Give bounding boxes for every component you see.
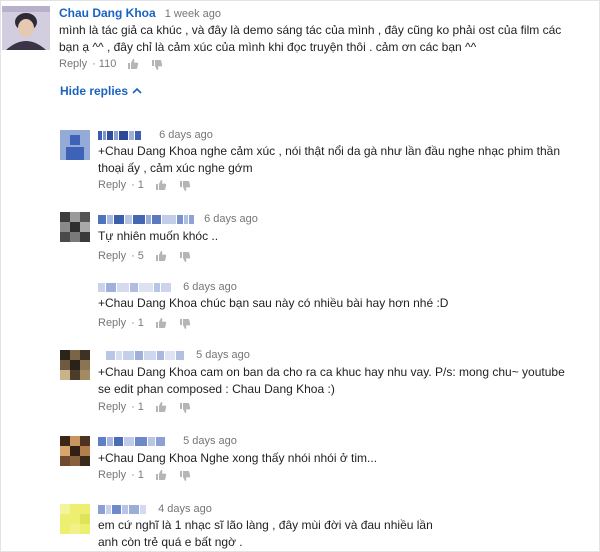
reply-comment: 6 days ago Tự nhiên muốn khóc .. Reply · 5 — [0, 208, 600, 270]
author-name-blurred[interactable] — [98, 213, 198, 225]
separator-dot: · — [131, 250, 135, 262]
thumbs-down-icon[interactable] — [179, 470, 191, 485]
separator-dot: · — [131, 469, 135, 481]
avatar[interactable] — [60, 504, 90, 534]
avatar[interactable] — [60, 130, 90, 160]
comment-timestamp[interactable]: 6 days ago — [204, 213, 258, 225]
comment-author[interactable]: Chau Dang Khoa — [59, 6, 156, 20]
separator-dot: · — [131, 179, 135, 191]
like-count: 1 — [137, 317, 144, 329]
author-name-blurred[interactable] — [98, 503, 150, 515]
comment-actions: Reply · 110 — [59, 58, 163, 74]
reply-comment: 5 days ago +Chau Dang Khoa Nghe xong thấ… — [0, 432, 600, 492]
comment-text: em cứ nghĩ là 1 nhạc sĩ lão làng , đây m… — [98, 517, 593, 551]
thumbs-down-icon[interactable] — [179, 251, 191, 266]
thumbs-up-icon[interactable] — [155, 179, 167, 194]
avatar[interactable] — [60, 350, 90, 380]
thumbs-down-icon[interactable] — [179, 180, 191, 195]
comment-timestamp[interactable]: 6 days ago — [183, 281, 237, 293]
avatar-photo — [60, 436, 90, 466]
comment-text: mình là tác giả ca khúc , và đây là demo… — [59, 22, 594, 56]
thumbs-up-icon[interactable] — [155, 250, 167, 265]
comment-text: Tự nhiên muốn khóc .. — [98, 228, 593, 245]
comment-timestamp[interactable]: 4 days ago — [158, 503, 212, 515]
comment-text: +Chau Dang Khoa nghe cảm xúc , nói thật … — [98, 143, 593, 177]
thumbs-down-icon[interactable] — [151, 59, 163, 74]
comment-text-line: bạn ạ ^^ , đây chỉ là cảm xúc của mình k… — [59, 40, 477, 54]
like-count: 1 — [137, 469, 144, 481]
reply-comment: 5 days ago +Chau Dang Khoa cam on ban da… — [0, 346, 600, 426]
avatar-photo — [2, 6, 50, 50]
thumbs-down-icon[interactable] — [179, 318, 191, 333]
reply-button[interactable]: Reply — [98, 250, 126, 262]
comment-text-line: thoại ấy , cảm xúc nghe gớm — [98, 161, 253, 175]
comment-actions: Reply · 1 — [98, 401, 191, 417]
thumbs-up-icon[interactable] — [155, 317, 167, 332]
author-name-blurred[interactable] — [98, 129, 145, 141]
reply-button[interactable]: Reply — [98, 469, 126, 481]
avatar[interactable] — [2, 6, 50, 50]
comment-timestamp[interactable]: 6 days ago — [159, 129, 213, 141]
thumbs-up-icon[interactable] — [155, 401, 167, 416]
separator-dot: · — [131, 401, 135, 413]
like-count: 5 — [137, 250, 144, 262]
reply-button[interactable]: Reply — [59, 58, 87, 70]
like-count: 110 — [98, 58, 117, 70]
comment-text-line: se edit phan composed : Chau Dang Khoa :… — [98, 382, 335, 396]
avatar-photo — [60, 212, 90, 242]
thumbs-up-icon[interactable] — [155, 469, 167, 484]
comment-text: +Chau Dang Khoa chúc bạn sau này có nhiề… — [98, 295, 593, 312]
comment-text: +Chau Dang Khoa cam on ban da cho ra ca … — [98, 364, 593, 398]
comment-text-line: +Chau Dang Khoa cam on ban da cho ra ca … — [98, 365, 565, 379]
hide-replies-button[interactable]: Hide replies — [60, 84, 142, 98]
chevron-up-icon — [132, 87, 142, 94]
reply-button[interactable]: Reply — [98, 179, 126, 191]
comment-timestamp[interactable]: 5 days ago — [196, 349, 250, 361]
avatar[interactable] — [60, 436, 90, 466]
comment-actions: Reply · 1 — [98, 469, 191, 485]
separator-dot: · — [131, 317, 135, 329]
comment-actions: Reply · 1 — [98, 179, 191, 195]
reply-comment: 6 days ago +Chau Dang Khoa nghe cảm xúc … — [0, 126, 600, 196]
comment-text-line: +Chau Dang Khoa chúc bạn sau này có nhiề… — [98, 296, 449, 310]
comment-text-line: +Chau Dang Khoa Nghe xong thấy nhói nhói… — [98, 451, 378, 465]
comment-timestamp[interactable]: 5 days ago — [183, 435, 237, 447]
thumbs-down-icon[interactable] — [179, 402, 191, 417]
avatar-photo — [60, 504, 90, 534]
like-count: 1 — [137, 179, 144, 191]
comment-text-line: Tự nhiên muốn khóc .. — [98, 229, 219, 243]
top-comment: Chau Dang Khoa 1 week ago mình là tác gi… — [0, 0, 600, 80]
reply-button[interactable]: Reply — [98, 401, 126, 413]
comment-actions: Reply · 1 — [98, 317, 191, 333]
author-name-blurred[interactable] — [106, 349, 188, 361]
reply-comment: 4 days ago em cứ nghĩ là 1 nhạc sĩ lão l… — [0, 500, 600, 552]
comment-text-line: anh còn trẻ quá e bất ngờ . — [98, 535, 243, 549]
avatar[interactable] — [60, 212, 90, 242]
default-avatar-icon — [60, 130, 90, 160]
comment-timestamp[interactable]: 1 week ago — [165, 8, 221, 20]
thumbs-up-icon[interactable] — [127, 58, 139, 73]
comment-text: +Chau Dang Khoa Nghe xong thấy nhói nhói… — [98, 450, 593, 467]
reply-button[interactable]: Reply — [98, 317, 126, 329]
author-name-blurred[interactable] — [98, 281, 175, 293]
reply-comment: 6 days ago +Chau Dang Khoa chúc bạn sau … — [0, 278, 600, 338]
avatar-photo — [60, 350, 90, 380]
separator-dot: · — [92, 58, 96, 70]
hide-replies-label: Hide replies — [60, 84, 129, 98]
comment-actions: Reply · 5 — [98, 250, 191, 266]
comment-text-line: +Chau Dang Khoa nghe cảm xúc , nói thật … — [98, 144, 561, 158]
comment-text-line: mình là tác giả ca khúc , và đây là demo… — [59, 23, 562, 37]
comment-text-line: em cứ nghĩ là 1 nhạc sĩ lão làng , đây m… — [98, 518, 433, 532]
like-count: 1 — [137, 401, 144, 413]
author-name-blurred[interactable] — [98, 435, 169, 447]
